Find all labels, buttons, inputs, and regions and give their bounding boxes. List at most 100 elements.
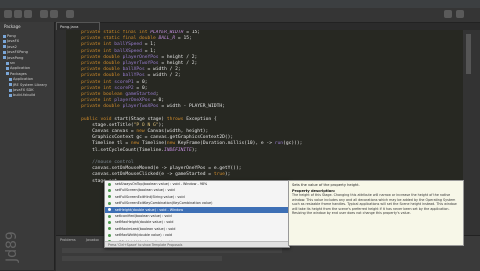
code-token: playerTwoXPos [122,104,159,110]
console-line [62,248,282,253]
code-token: BALL_R [158,36,176,42]
toolbar [0,8,480,23]
tree-item[interactable]: build.fxbuild [3,93,53,98]
folder-icon [3,50,6,54]
code-token: private int [81,98,115,104]
code-token: private double [81,104,123,110]
tree-item-label: JavaFXPong [7,50,28,55]
code-token: //mouse control [92,159,134,165]
folder-icon [6,61,9,65]
debug-icon[interactable] [40,10,48,18]
code-token: Exception { [186,116,217,122]
code-token: Timeline tl = [70,141,131,147]
code-token: playerTwoYPos [122,60,159,66]
folder-icon [3,39,6,43]
javadoc-summary: Sets the value of the property height. [292,183,360,187]
code-token: new [166,141,178,147]
tree-item-label: Application [10,66,31,71]
print-icon[interactable] [24,10,32,18]
folder-icon [9,93,12,97]
code-token: gameStarted [125,91,156,97]
tab-problems[interactable]: Problems [60,237,76,243]
save-icon[interactable] [14,10,22,18]
code-token: = 15; [175,36,192,42]
code-token: tl.setCycleCount(Timeline. [70,147,165,153]
tab-javadoc[interactable]: Javadoc [86,237,99,243]
code-token: private double [81,73,123,79]
code-token: = 15; [183,30,201,35]
autocomplete-item-label: setAlwaysOnTop(boolean value) : void - W… [115,182,208,186]
method-icon [108,182,111,186]
code-token: scoreP2 [114,85,134,91]
code-token: = 1; [141,42,156,48]
new-icon[interactable] [4,10,12,18]
autocomplete-popup[interactable]: setAlwaysOnTop(boolean value) : void - W… [104,180,290,248]
autocomplete-item-label: setHeight(double value) : void - Window [115,207,184,212]
tree-item-label: JRE System Library [13,82,48,87]
code-token: private boolean [81,91,126,97]
java-perspective-icon[interactable] [456,10,464,18]
editor-tab-pong[interactable]: Pong.java [56,22,100,30]
perspective-icon[interactable] [444,10,452,18]
method-icon [108,201,111,205]
run-icon[interactable] [50,10,58,18]
code-token: = 0; [133,79,148,85]
code-token: Canvas canvas = [70,129,137,134]
autocomplete-list[interactable]: setAlwaysOnTop(boolean value) : void - W… [105,181,289,245]
code-token: throws [166,116,187,122]
code-token: private double [81,54,123,60]
code-token: = height / 2; [158,54,198,60]
autocomplete-item-label: setFullScreenExitHint(String value) : vo… [115,194,185,199]
code-token: ); [191,147,198,153]
autocomplete-item-label: setFullScreenExitKeyCombination(KeyCombi… [115,201,213,206]
code-token: PLAYER_WIDTH [150,30,184,35]
code-token: private int [81,79,115,85]
package-explorer-tab[interactable]: Package [4,24,21,29]
code-token: GraphicsContext gc = canvas.getGraphicsC… [70,135,234,141]
search-icon[interactable] [66,10,74,18]
project-tree: Pong JavaFX Java2 JavaFXPong JavaPong src Appl… [3,34,53,99]
console-line [62,256,222,261]
code-token: = width - PLAYER_WIDTH; [158,104,225,110]
code-token: ; [155,91,159,97]
method-icon [108,208,111,212]
code-token: ballYSpeed [114,42,142,48]
code-token: KeyFrame(Duration.millis(10), e -> [177,141,275,147]
tree-item-label: src [10,61,16,66]
folder-icon [9,83,12,87]
folder-icon [9,88,12,92]
folder-icon [6,72,9,76]
code-token: ballXSpeed [114,48,142,54]
method-icon [108,227,111,231]
folder-icon [3,56,6,60]
code-token: private int [81,42,115,48]
tree-item-label: JavaFX [7,39,20,44]
javadoc-tooltip: Sets the value of the property height. P… [288,180,464,246]
autocomplete-item-label: setIconified(boolean value) : void [115,213,172,218]
code-token: private static final double [81,36,159,42]
code-token: new [130,141,142,147]
code-token: canvas.setOnMouseClicked(e -> gameStarte… [70,172,214,178]
code-lines[interactable]: private static final int PLAYER_WIDTH = … [70,30,460,185]
code-token: start(Stage stage) [114,116,167,122]
editor-scrollbar[interactable] [466,34,471,74]
folder-icon [6,66,9,70]
code-token: "P O N G" [133,122,159,128]
window-title-bar [0,0,480,8]
code-token: scoreP1 [114,79,134,85]
code-token: playerOneYPos [122,54,159,60]
autocomplete-status: Press 'Ctrl+Space' to show Template Prop… [105,241,289,247]
